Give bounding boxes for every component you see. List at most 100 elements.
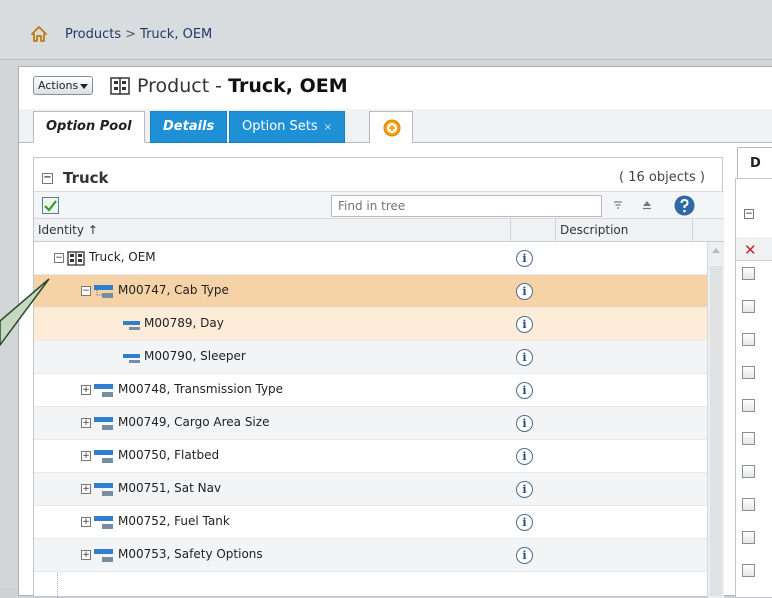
option-icon	[94, 285, 113, 298]
tab-right-panel[interactable]: D	[737, 147, 772, 179]
collapse-icon[interactable]: −	[54, 253, 64, 263]
option-icon	[94, 384, 113, 397]
product-icon	[67, 251, 85, 266]
actions-label: Actions	[38, 79, 79, 92]
tree-row-m00750[interactable]: + M00750, Flatbed i	[34, 440, 707, 473]
sort-icon[interactable]	[642, 200, 652, 210]
delete-icon[interactable]: ✕	[744, 241, 757, 259]
collapse-icon[interactable]: −	[744, 209, 754, 219]
tree-row-truck-oem[interactable]: − Truck, OEM i	[34, 242, 707, 275]
row-checkbox[interactable]	[742, 432, 755, 445]
tab-bar: Option Pool Details Option Sets ×	[19, 109, 772, 143]
tree-row-m00748[interactable]: + M00748, Transmission Type i	[34, 374, 707, 407]
row-checkbox[interactable]	[742, 366, 755, 379]
row-checkbox[interactable]	[742, 300, 755, 313]
filter-icon[interactable]	[613, 200, 623, 210]
row-checkbox[interactable]	[742, 564, 755, 577]
tree-row-label: M00750, Flatbed	[118, 448, 220, 462]
breadcrumb-link-products[interactable]: Products	[65, 27, 121, 42]
product-panel: Actions Product - Truck, OEM Option Pool…	[18, 66, 772, 598]
object-count: ( 16 objects )	[619, 170, 705, 185]
info-icon[interactable]: i	[516, 250, 533, 267]
info-icon[interactable]: i	[516, 316, 533, 333]
tree-row-m00751[interactable]: + M00751, Sat Nav i	[34, 473, 707, 506]
option-icon	[94, 549, 113, 562]
expand-icon[interactable]: +	[81, 418, 91, 428]
tab-option-sets[interactable]: Option Sets ×	[229, 111, 346, 143]
checkbox-icon[interactable]	[42, 197, 59, 214]
expand-icon[interactable]: +	[81, 484, 91, 494]
tree-row-m00789[interactable]: M00789, Day i	[34, 308, 707, 341]
home-icon[interactable]	[31, 26, 47, 42]
close-icon[interactable]: ×	[324, 122, 332, 133]
breadcrumb-bar: Products > Truck, OEM	[0, 0, 772, 60]
actions-button[interactable]: Actions	[33, 76, 94, 95]
add-tab-button[interactable]	[369, 111, 413, 143]
tree-row-label: M00751, Sat Nav	[118, 481, 222, 495]
info-icon[interactable]: i	[516, 415, 533, 432]
breadcrumb: Products > Truck, OEM	[65, 27, 212, 42]
sort-ascending-icon: ↑	[87, 223, 98, 237]
row-checkbox[interactable]	[742, 465, 755, 478]
row-checkbox[interactable]	[742, 399, 755, 412]
tab-option-pool[interactable]: Option Pool	[33, 111, 145, 143]
info-icon[interactable]: i	[516, 514, 533, 531]
breadcrumb-current: Truck, OEM	[140, 27, 213, 42]
scroll-up-icon[interactable]	[712, 248, 720, 253]
info-icon[interactable]: i	[516, 382, 533, 399]
tab-details[interactable]: Details	[150, 111, 228, 143]
column-description[interactable]: Description	[556, 219, 693, 242]
collapse-icon[interactable]: −	[42, 173, 53, 184]
row-checkbox[interactable]	[742, 267, 755, 280]
page-title: Product - Truck, OEM	[137, 75, 348, 97]
tree-row-m00749[interactable]: + M00749, Cargo Area Size i	[34, 407, 707, 440]
row-checkbox[interactable]	[742, 531, 755, 544]
option-icon	[94, 417, 113, 430]
tree-row-label: M00752, Fuel Tank	[118, 514, 230, 528]
tree-row-label: M00789, Day	[144, 316, 224, 330]
tree-row-label: M00753, Safety Options	[118, 547, 263, 561]
expand-icon[interactable]: +	[81, 550, 91, 560]
tree-title: − Truck	[42, 169, 109, 187]
scroll-thumb[interactable]	[710, 266, 722, 596]
collapse-icon[interactable]: −	[81, 286, 91, 296]
tree-row-label: M00748, Transmission Type	[118, 382, 284, 396]
vertical-scrollbar[interactable]	[707, 242, 724, 598]
product-icon	[110, 77, 130, 95]
help-icon[interactable]	[674, 195, 695, 216]
expand-icon[interactable]: +	[81, 451, 91, 461]
column-info	[511, 219, 556, 242]
tree-row-m00747[interactable]: − M00747, Cab Type i	[34, 275, 707, 308]
info-icon[interactable]: i	[516, 448, 533, 465]
add-circle-icon	[383, 119, 401, 137]
tree-panel: −Truck ( 16 objects ) Identity ↑	[33, 157, 724, 598]
column-identity-label: Identity	[38, 223, 84, 237]
expand-icon[interactable]: +	[81, 517, 91, 527]
find-in-tree-input[interactable]	[331, 195, 602, 217]
tree-header: − Truck ( 16 objects )	[34, 158, 724, 191]
chevron-down-icon	[80, 83, 89, 89]
right-panel: D − ✕	[735, 147, 772, 598]
page-title-name: Truck, OEM	[228, 75, 348, 97]
info-icon[interactable]: i	[516, 349, 533, 366]
info-icon[interactable]: i	[516, 283, 533, 300]
tree-row-m00752[interactable]: + M00752, Fuel Tank i	[34, 506, 707, 539]
tree-rows: − Truck, OEM i − M00747, Cab Type i M007…	[34, 242, 707, 598]
row-checkbox[interactable]	[742, 498, 755, 511]
option-value-icon	[123, 354, 140, 363]
title-row: Actions Product - Truck, OEM	[19, 67, 772, 107]
tab-option-sets-label: Option Sets	[242, 119, 318, 134]
right-panel-body: − ✕	[735, 178, 772, 598]
tree-row-label: M00749, Cargo Area Size	[118, 415, 270, 429]
column-header: Identity ↑ Description	[34, 219, 724, 242]
info-icon[interactable]: i	[516, 547, 533, 564]
option-icon	[94, 483, 113, 496]
expand-icon[interactable]: +	[81, 385, 91, 395]
info-icon[interactable]: i	[516, 481, 533, 498]
row-checkbox[interactable]	[742, 333, 755, 346]
option-icon	[94, 516, 113, 529]
column-identity[interactable]: Identity ↑	[34, 219, 511, 242]
tree-row-m00753[interactable]: + M00753, Safety Options i	[34, 539, 707, 572]
option-icon	[94, 450, 113, 463]
tree-row-m00790[interactable]: M00790, Sleeper i	[34, 341, 707, 374]
